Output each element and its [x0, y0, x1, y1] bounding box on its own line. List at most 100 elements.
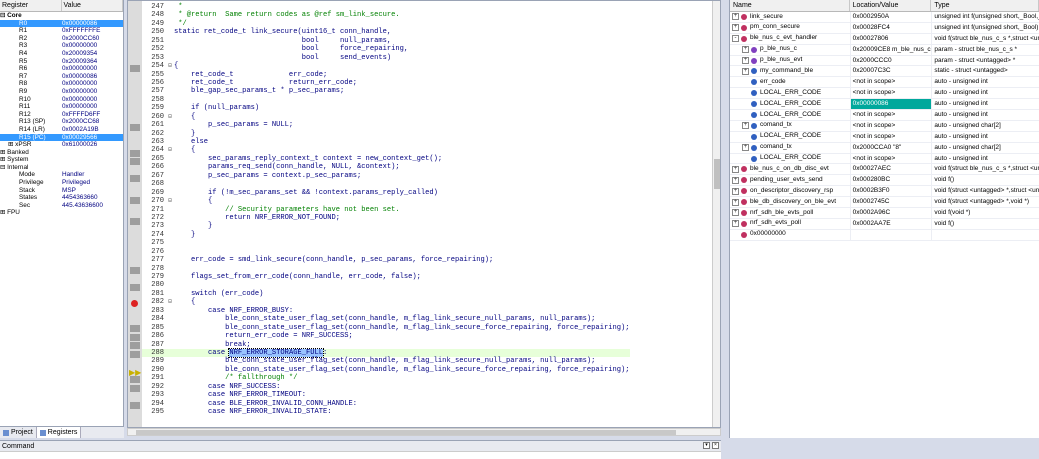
- watch-row[interactable]: + comand_tx 0x2000CCA0 "8" auto - unsigned …: [730, 142, 1039, 154]
- fold-icon[interactable]: ⊟: [166, 298, 174, 306]
- code-line[interactable]: 254 ⊟{: [142, 62, 630, 70]
- register-row[interactable]: Privilege Privileged: [0, 179, 123, 187]
- expand-icon[interactable]: +: [732, 165, 739, 173]
- register-value[interactable]: [62, 12, 122, 20]
- register-row[interactable]: ⊞ FPU: [0, 209, 123, 217]
- fold-icon[interactable]: ⊟: [166, 113, 174, 121]
- register-row[interactable]: R9 0x00000000: [0, 88, 123, 96]
- expand-icon[interactable]: +: [742, 122, 749, 130]
- code-line[interactable]: 287 break;: [142, 341, 630, 349]
- register-row[interactable]: ⊟ Internal: [0, 164, 123, 172]
- code-line[interactable]: 249 */: [142, 20, 630, 28]
- watch-value[interactable]: 0x0002AA7E: [849, 218, 932, 229]
- register-row[interactable]: R12 0xFFFFD6FF: [0, 111, 123, 119]
- collapse-icon[interactable]: -: [732, 35, 739, 43]
- watch-row[interactable]: LOCAL_ERR_CODE <not in scope> auto - unsig…: [730, 153, 1039, 165]
- watch-row[interactable]: + nrf_sdh_evts_poll 0x0002AA7E void f(): [730, 218, 1039, 230]
- code-line[interactable]: 277 err_code = smd_link_secure(conn_hand…: [142, 256, 630, 264]
- code-line[interactable]: 265 sec_params_reply_context_t context =…: [142, 155, 630, 163]
- code-line[interactable]: 295 case NRF_ERROR_INVALID_STATE:: [142, 408, 630, 416]
- watch-value[interactable]: 0x00000086: [849, 99, 932, 110]
- code-line[interactable]: 291 /* fallthrough */: [142, 374, 630, 382]
- register-value[interactable]: 0x00000000: [62, 103, 122, 111]
- fold-icon[interactable]: ⊟: [166, 62, 174, 70]
- register-value[interactable]: 445.43636600: [62, 202, 122, 210]
- code-line[interactable]: 257 ble_gap_sec_params_t * p_sec_params;: [142, 87, 630, 95]
- code-line[interactable]: 286 return_err_code = NRF_SUCCESS;: [142, 332, 630, 340]
- tab-project[interactable]: Project: [0, 427, 37, 438]
- expand-icon[interactable]: +: [732, 187, 739, 195]
- watch-value[interactable]: [849, 229, 932, 240]
- watch-value[interactable]: 0x0002B3F0: [849, 186, 932, 197]
- code-line[interactable]: 284 ble_conn_state_user_flag_set(conn_ha…: [142, 315, 630, 323]
- expand-icon[interactable]: +: [732, 176, 739, 184]
- code-line[interactable]: 288 case NRF_ERROR_STORAGE_FULL:: [142, 347, 630, 358]
- close-icon[interactable]: ×: [712, 442, 719, 449]
- watch-value[interactable]: <not in scope>: [849, 120, 932, 131]
- code-line[interactable]: 272 return NRF_ERROR_NOT_FOUND;: [142, 214, 630, 222]
- register-value[interactable]: 0xFFFFD6FF: [62, 111, 122, 119]
- fold-icon[interactable]: ⊟: [166, 197, 174, 205]
- watch-row[interactable]: + nrf_sdh_ble_evts_poll 0x0002A96C void f(v…: [730, 208, 1039, 219]
- code-line[interactable]: 278: [142, 265, 630, 273]
- watch-value[interactable]: 0x00028FC4: [849, 22, 932, 33]
- code-line[interactable]: 274 }: [142, 231, 630, 239]
- register-value[interactable]: [62, 209, 122, 217]
- register-row[interactable]: R14 (LR) 0x0002A19B: [0, 126, 123, 134]
- watch-row[interactable]: + on_descriptor_discovery_rsp 0x0002B3F0 vo…: [730, 186, 1039, 198]
- command-output[interactable]: [0, 451, 721, 459]
- register-row[interactable]: R3 0x00000000: [0, 42, 123, 50]
- register-value[interactable]: 0x2000CC68: [62, 118, 122, 126]
- code-line[interactable]: 270 ⊟ {: [142, 197, 630, 205]
- register-row[interactable]: R0 0x00000086: [0, 19, 123, 28]
- code-line[interactable]: 281 switch (err_code): [142, 290, 630, 298]
- code-line[interactable]: 273 }: [142, 222, 630, 230]
- register-row[interactable]: Mode Handler: [0, 171, 123, 179]
- watch-value[interactable]: <not in scope>: [849, 77, 932, 88]
- code-line[interactable]: 263 else: [142, 138, 630, 146]
- register-value[interactable]: 0x00000086: [62, 20, 122, 28]
- register-row[interactable]: States 4454363660: [0, 194, 123, 202]
- register-value[interactable]: Handler: [62, 171, 122, 179]
- register-value[interactable]: 0x20009354: [62, 50, 122, 58]
- register-value[interactable]: 0x0002A19B: [62, 126, 122, 134]
- code-line[interactable]: 269 if (!m_sec_params_set && !context.pa…: [142, 189, 630, 197]
- pin-icon[interactable]: ▾: [703, 442, 710, 449]
- watch-row[interactable]: LOCAL_ERR_CODE 0x00000086 auto - unsigned …: [730, 99, 1039, 111]
- watch-value[interactable]: <not in scope>: [849, 131, 932, 142]
- watch-value[interactable]: <not in scope>: [849, 110, 932, 120]
- expand-icon[interactable]: +: [742, 67, 749, 75]
- code-line[interactable]: 290 ble_conn_state_user_flag_set(conn_ha…: [142, 366, 629, 374]
- register-value[interactable]: MSP: [62, 187, 122, 195]
- register-value[interactable]: 0x00000000: [62, 65, 122, 73]
- watch-row[interactable]: + my_command_ble 0x20007C3C static - struct…: [730, 66, 1039, 78]
- register-row[interactable]: Sec 445.43636600: [0, 202, 123, 210]
- editor-vertical-scrollbar[interactable]: [712, 1, 720, 427]
- fold-icon[interactable]: ⊟: [166, 146, 174, 154]
- code-line[interactable]: 285 ble_conn_state_user_flag_set(conn_ha…: [142, 324, 629, 332]
- col-location-value[interactable]: Location/Value: [850, 0, 932, 11]
- code-line[interactable]: 256 ret_code_t return_err_code;: [142, 79, 630, 87]
- code-line[interactable]: 268: [142, 180, 630, 188]
- watch-value[interactable]: 0x000280BC: [849, 175, 932, 186]
- register-value[interactable]: 0x61000026: [62, 141, 122, 149]
- register-row[interactable]: R1 0xFFFFFFFE: [0, 27, 123, 35]
- register-row[interactable]: ⊟ Core: [0, 12, 123, 20]
- register-row[interactable]: ⊞ System: [0, 156, 123, 164]
- code-line[interactable]: 280: [142, 281, 630, 289]
- code-line[interactable]: 267 p_sec_params = context.p_sec_params;: [142, 172, 630, 180]
- register-row[interactable]: R13 (SP) 0x2000CC68: [0, 118, 123, 126]
- code-line[interactable]: 261 p_sec_params = NULL;: [142, 121, 630, 129]
- code-lines[interactable]: 247 * 248 * @return Same return codes as …: [142, 3, 630, 416]
- register-row[interactable]: R7 0x00000086: [0, 73, 123, 81]
- code-line[interactable]: 293 case NRF_ERROR_TIMEOUT:: [142, 391, 630, 399]
- code-line[interactable]: 247 *: [142, 3, 630, 11]
- code-line[interactable]: 271 // Security parameters have not been…: [142, 206, 630, 214]
- expand-icon[interactable]: +: [732, 220, 739, 228]
- watch-value[interactable]: 0x2000CCA0 "8": [849, 142, 932, 153]
- expand-icon[interactable]: +: [732, 198, 739, 206]
- watch-row[interactable]: LOCAL_ERR_CODE <not in scope> auto - unsig…: [730, 88, 1039, 100]
- watch-row[interactable]: + p_ble_nus_evt 0x2000CCC0 param - struct <…: [730, 55, 1039, 67]
- code-line[interactable]: 251 bool null_params,: [142, 37, 630, 45]
- watch-row[interactable]: err_code <not in scope> auto - unsigned in…: [730, 77, 1039, 89]
